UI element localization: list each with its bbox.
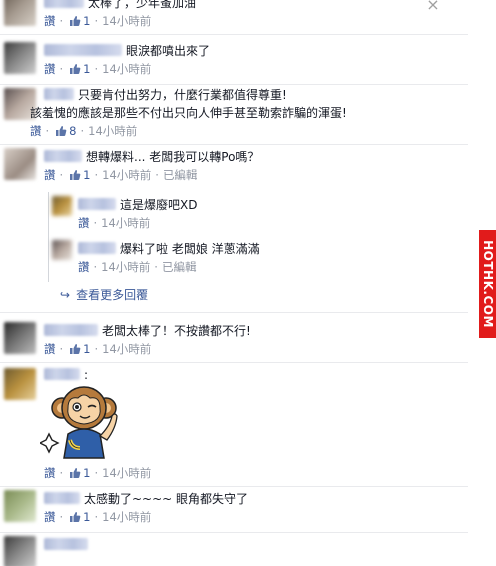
commenter-name[interactable]	[44, 44, 122, 56]
like-count: 1	[83, 510, 91, 524]
timestamp[interactable]: 14小時前	[102, 466, 151, 480]
comment-meta: 讚 · 1 · 14小時前	[44, 510, 152, 524]
edited-label[interactable]: 已編輯	[162, 260, 197, 274]
reply: 爆料了啦 老闆娘 洋蔥滿滿 讚 · 14小時前 · 已編輯	[0, 240, 468, 280]
comment-text-line-1: 只要肯付出努力，什麼行業都值得尊重!	[78, 88, 287, 102]
like-count: 1	[83, 62, 91, 76]
like-button[interactable]: 讚	[30, 124, 42, 138]
commenter-name[interactable]	[44, 150, 82, 162]
avatar[interactable]	[4, 0, 36, 26]
avatar[interactable]	[4, 148, 36, 180]
comment	[0, 534, 468, 566]
like-button[interactable]: 讚	[44, 510, 56, 524]
timestamp[interactable]: 14小時前	[101, 216, 150, 230]
like-button[interactable]: 讚	[44, 168, 56, 182]
like-count: 1	[83, 466, 91, 480]
timestamp[interactable]: 14小時前	[88, 124, 137, 138]
like-button[interactable]: 讚	[44, 62, 56, 76]
like-button[interactable]: 讚	[78, 216, 90, 230]
like-button[interactable]: 讚	[44, 14, 56, 28]
thumbs-up-icon[interactable]	[69, 511, 81, 523]
commenter-name[interactable]	[44, 492, 80, 504]
commenter-name[interactable]	[44, 324, 98, 336]
like-count: 1	[83, 14, 91, 28]
commenter-name[interactable]	[44, 0, 84, 8]
commenter-name[interactable]	[44, 88, 74, 100]
avatar[interactable]	[4, 536, 36, 566]
timestamp[interactable]: 14小時前	[101, 260, 150, 274]
reply-text: 這是爆廢吧XD	[120, 198, 198, 212]
avatar[interactable]	[4, 42, 36, 74]
reply-arrow-icon: ↪	[60, 288, 71, 302]
thumbs-up-icon[interactable]	[69, 169, 81, 181]
view-more-replies-label[interactable]: 查看更多回覆	[76, 288, 148, 302]
avatar[interactable]	[4, 322, 36, 354]
avatar[interactable]	[4, 490, 36, 522]
timestamp[interactable]: 14小時前	[102, 168, 151, 182]
edited-label[interactable]: 已編輯	[163, 168, 198, 182]
comment-text: 老闆太棒了！不按讚都不行!	[102, 324, 251, 338]
commenter-name[interactable]	[78, 198, 116, 210]
avatar[interactable]	[52, 196, 72, 216]
comment-meta: 讚 · 1 · 14小時前	[44, 14, 152, 28]
like-button[interactable]: 讚	[78, 260, 90, 274]
avatar[interactable]	[4, 368, 36, 400]
comment-text-line-2: 該羞愧的應該是那些不付出只向人伸手甚至勒索詐騙的渾蛋!	[30, 106, 347, 120]
comment-meta: 讚 · 1 · 14小時前	[44, 466, 152, 480]
comment-text: 眼淚都噴出來了	[126, 44, 211, 58]
commenter-name[interactable]	[44, 538, 88, 550]
view-more-replies[interactable]: ↪ 查看更多回覆	[60, 286, 148, 304]
reply-meta: 讚 · 14小時前 · 已編輯	[78, 260, 197, 274]
timestamp[interactable]: 14小時前	[102, 62, 151, 76]
thumbs-up-icon[interactable]	[55, 125, 67, 137]
like-button[interactable]: 讚	[44, 342, 56, 356]
reply: 這是爆廢吧XD 讚 · 14小時前	[0, 196, 468, 236]
divider	[0, 312, 468, 313]
thumbs-up-icon[interactable]	[69, 343, 81, 355]
like-button[interactable]: 讚	[44, 466, 56, 480]
thumbs-up-icon[interactable]	[69, 467, 81, 479]
like-count: 1	[83, 342, 91, 356]
comment: 老闆太棒了！不按讚都不行! 讚 · 1 · 14小時前	[0, 320, 468, 363]
timestamp[interactable]: 14小時前	[102, 510, 151, 524]
watermark: HOTHK.COM	[479, 230, 496, 338]
like-count: 1	[83, 168, 91, 182]
comment-text: 太棒了，少年蚤加油	[88, 0, 197, 10]
like-count: 8	[69, 124, 77, 138]
comment: 只要肯付出努力，什麼行業都值得尊重! 該羞愧的應該是那些不付出只向人伸手甚至勒索…	[0, 86, 468, 145]
comment-meta: 讚 · 1 · 14小時前	[44, 342, 152, 356]
timestamp[interactable]: 14小時前	[102, 342, 151, 356]
reply-meta: 讚 · 14小時前	[78, 216, 151, 230]
comment-meta: 讚 · 1 · 14小時前	[44, 62, 152, 76]
thumbs-up-icon[interactable]	[69, 63, 81, 75]
commenter-name[interactable]	[78, 242, 116, 254]
comment: 眼淚都噴出來了 讚 · 1 · 14小時前	[0, 40, 468, 85]
comment: : 讚 · 1 · 14小時前	[0, 364, 468, 487]
comment-text: 想轉爆料... 老闆我可以轉Po嗎？	[86, 150, 260, 164]
reply-text: 爆料了啦 老闆娘 洋蔥滿滿	[120, 242, 260, 256]
comment-meta: 讚 · 1 · 14小時前 · 已編輯	[44, 168, 198, 182]
thumbs-up-icon[interactable]	[69, 15, 81, 27]
timestamp[interactable]: 14小時前	[102, 14, 151, 28]
watermark-text: HOTHK.COM	[480, 240, 495, 328]
comment: 太棒了，少年蚤加油 讚 · 1 · 14小時前	[0, 0, 468, 35]
comment-text: 太感動了~~~~ 眼角都失守了	[84, 492, 249, 506]
comment: 太感動了~~~~ 眼角都失守了 讚 · 1 · 14小時前	[0, 488, 468, 533]
comment-feed: × 太棒了，少年蚤加油 讚 · 1 · 14小時前 眼淚都噴出來了 讚 · 1 · 14小時前	[0, 0, 470, 566]
monkey-sticker[interactable]	[40, 378, 124, 460]
comment-meta: 讚 · 8 · 14小時前	[30, 124, 138, 138]
